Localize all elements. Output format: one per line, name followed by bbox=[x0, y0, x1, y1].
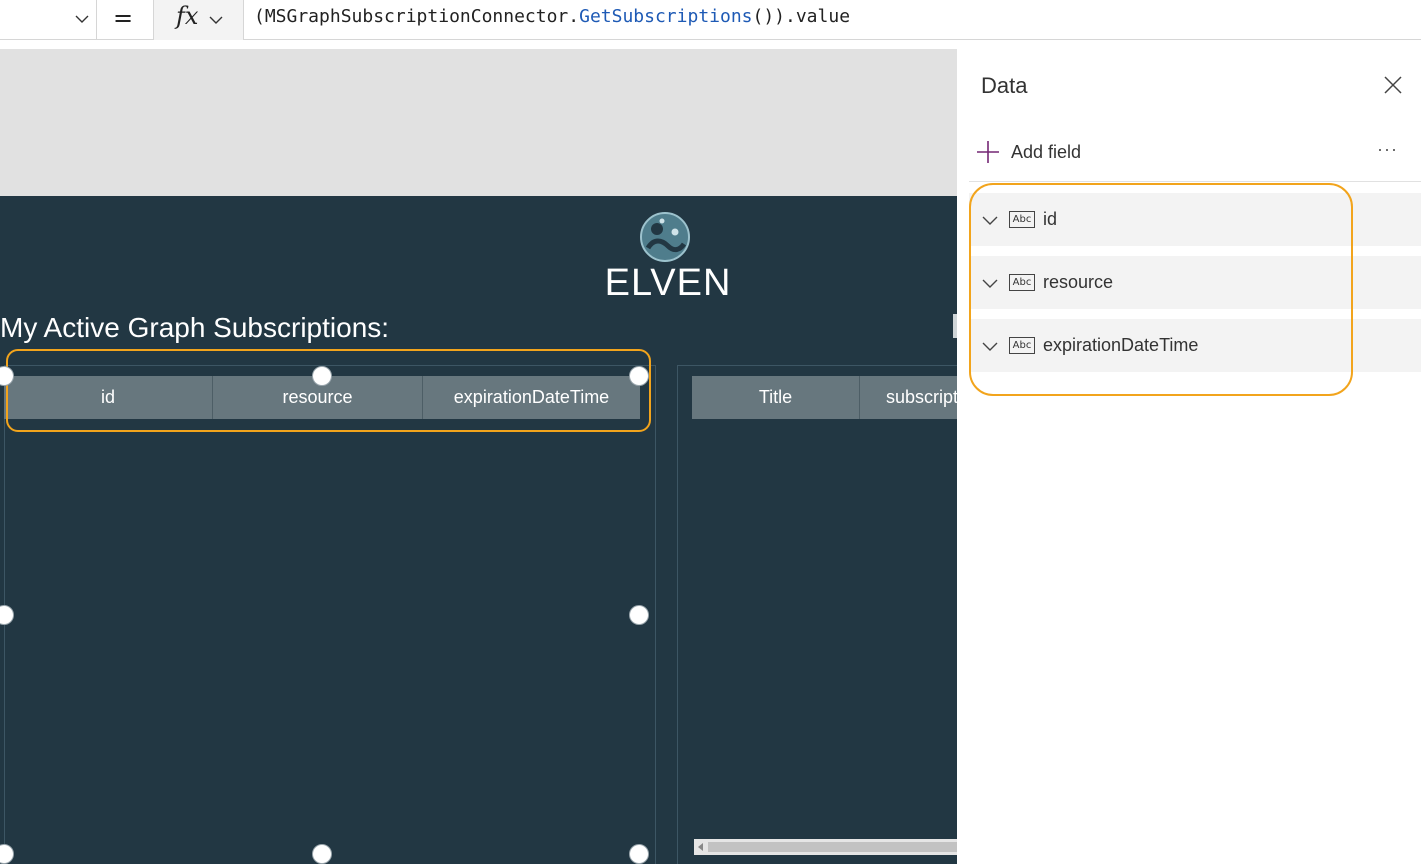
pane-title: Data bbox=[981, 73, 1028, 98]
header-highlight bbox=[6, 349, 651, 432]
plus-icon bbox=[977, 141, 999, 163]
formula-suffix: ()).value bbox=[752, 6, 851, 27]
chevron-down-icon bbox=[209, 16, 223, 24]
formula-input[interactable]: (MSGraphSubscriptionConnector.GetSubscri… bbox=[254, 6, 850, 27]
column-header[interactable]: Title bbox=[692, 376, 860, 419]
close-icon[interactable] bbox=[1383, 75, 1403, 95]
formula-prefix: (MSGraphSubscriptionConnector. bbox=[254, 6, 580, 27]
logo-text: ELVEN bbox=[604, 262, 732, 304]
add-field-button[interactable]: Add field bbox=[975, 137, 1081, 167]
data-pane: Data Add field ··· Abc id Abc resource A… bbox=[957, 49, 1421, 815]
column-header[interactable]: subscript bbox=[860, 376, 957, 419]
scroll-left-icon[interactable] bbox=[698, 843, 703, 851]
resize-handle[interactable] bbox=[629, 366, 649, 386]
horizontal-scrollbar[interactable] bbox=[694, 839, 957, 855]
formula-function: GetSubscriptions bbox=[579, 6, 753, 27]
chevron-down-icon bbox=[75, 15, 89, 23]
add-field-label: Add field bbox=[1011, 141, 1082, 162]
resize-handle[interactable] bbox=[629, 605, 649, 625]
property-dropdown[interactable] bbox=[0, 0, 97, 40]
resize-handle[interactable] bbox=[629, 844, 649, 864]
divider bbox=[969, 181, 1421, 182]
more-options-icon[interactable]: ··· bbox=[1377, 139, 1398, 160]
second-gallery[interactable] bbox=[677, 365, 957, 864]
screen-title: My Active Graph Subscriptions: bbox=[0, 312, 390, 343]
canvas-workspace: ELVEN My Active Graph Subscriptions: id … bbox=[0, 49, 957, 864]
formula-bar: = fx (MSGraphSubscriptionConnector.GetSu… bbox=[0, 0, 1421, 40]
subscriptions-gallery[interactable] bbox=[4, 365, 656, 864]
resize-handle[interactable] bbox=[312, 366, 332, 386]
second-grid-header: Title subscript bbox=[692, 376, 957, 419]
equals-sign: = bbox=[113, 4, 134, 32]
app-screen: ELVEN My Active Graph Subscriptions: id … bbox=[0, 196, 957, 864]
fx-button[interactable]: fx bbox=[153, 0, 244, 40]
resize-handle[interactable] bbox=[312, 844, 332, 864]
fields-highlight bbox=[969, 183, 1353, 396]
scrollbar-thumb[interactable] bbox=[708, 842, 957, 852]
fx-icon: fx bbox=[176, 2, 199, 30]
